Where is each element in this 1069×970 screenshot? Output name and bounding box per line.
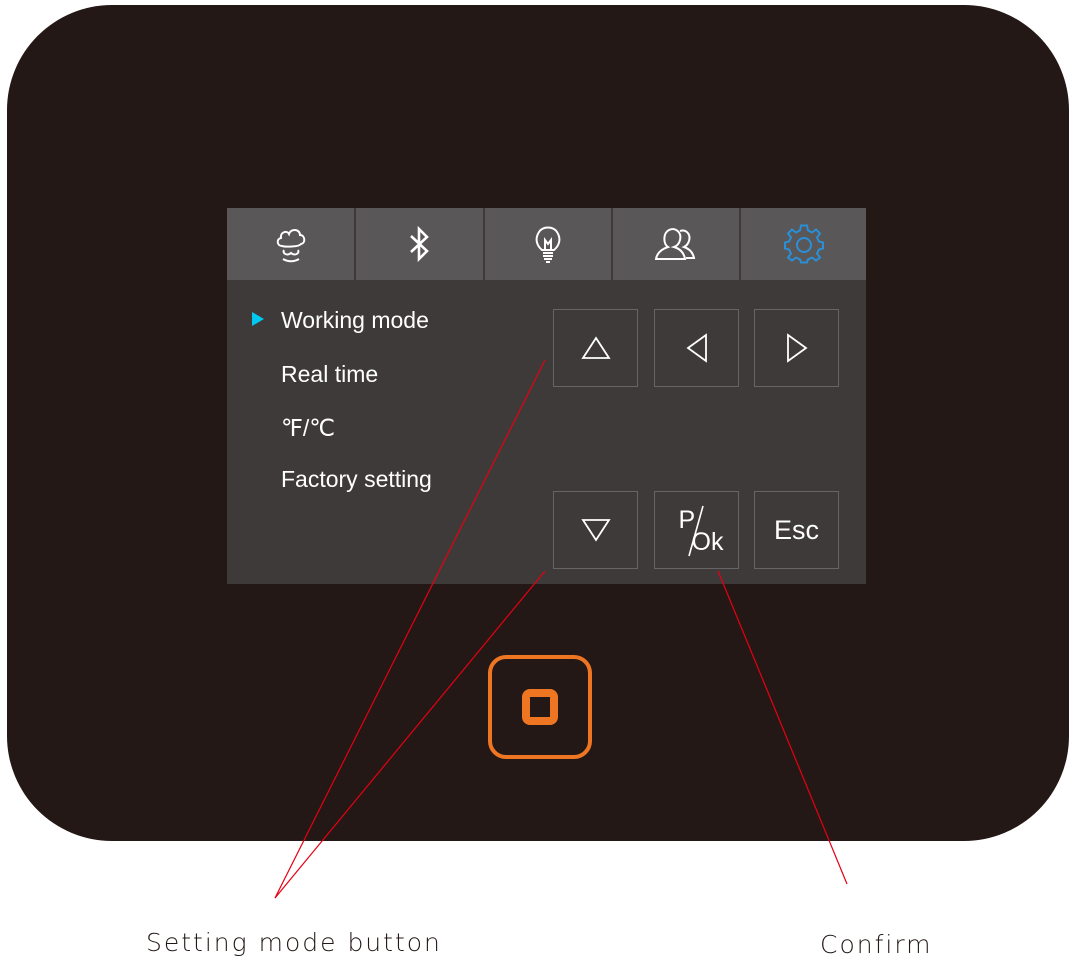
leader-line-down [274, 570, 546, 899]
callout-setting-mode: Setting mode button [146, 928, 442, 957]
leader-line-ok [717, 570, 848, 885]
leader-line-up [274, 359, 546, 899]
callout-confirm: Confirm [820, 930, 933, 959]
callout-leader-lines [274, 359, 848, 899]
